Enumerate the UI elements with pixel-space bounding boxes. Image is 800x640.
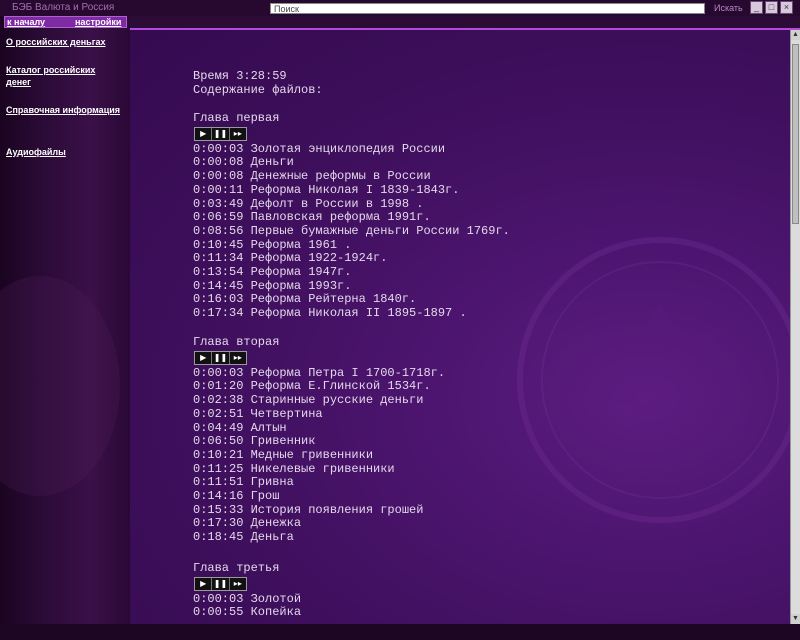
play-icon[interactable]: ▶ xyxy=(195,577,213,590)
scroll-thumb[interactable] xyxy=(792,44,799,224)
minimize-icon[interactable]: _ xyxy=(750,1,763,14)
track-item[interactable]: 0:17:34 Реформа Николая II 1895-1897 . xyxy=(193,306,510,321)
sidebar-item-reference[interactable]: Справочная информация xyxy=(6,104,130,116)
chapter-section: Глава третья ▶ ❚❚ ▸▸ 0:00:03 Золотой 0:0… xyxy=(193,561,301,620)
sidebar-item-catalog[interactable]: Каталог российских денег xyxy=(6,64,106,88)
next-icon[interactable]: ▸▸ xyxy=(230,352,246,364)
search-input[interactable] xyxy=(270,3,705,14)
next-icon[interactable]: ▸▸ xyxy=(230,578,246,590)
track-item[interactable]: 0:00:55 Копейка xyxy=(193,606,301,620)
sidebar-decoration xyxy=(0,276,120,496)
track-item[interactable]: 0:00:11 Реформа Николая I 1839-1843г. xyxy=(193,183,510,198)
maximize-icon[interactable]: □ xyxy=(765,1,778,14)
chapter-title: Глава первая xyxy=(193,111,280,125)
sidebar: к началу настройки О российских деньгах … xyxy=(0,16,130,640)
pause-icon[interactable]: ❚❚ xyxy=(212,127,230,140)
sidebar-item-audio[interactable]: Аудиофайлы xyxy=(6,146,126,158)
tab-settings[interactable]: настройки xyxy=(75,17,121,27)
track-item[interactable]: 0:10:21 Медные гривенники xyxy=(193,448,445,463)
chapter-title: Глава третья xyxy=(193,561,280,575)
audio-player: ▶ ❚❚ ▸▸ xyxy=(194,350,247,365)
track-item[interactable]: 0:14:45 Реформа 1993г. xyxy=(193,279,510,294)
pause-icon[interactable]: ❚❚ xyxy=(212,351,230,364)
track-item[interactable]: 0:11:25 Никелевые гривенники xyxy=(193,462,445,477)
pause-icon[interactable]: ❚❚ xyxy=(212,577,230,590)
next-icon[interactable]: ▸▸ xyxy=(230,128,246,140)
play-icon[interactable]: ▶ xyxy=(195,351,213,364)
contents-heading: Содержание файлов: xyxy=(193,83,323,97)
coin-emblem-icon xyxy=(517,237,790,523)
track-item[interactable]: 0:01:20 Реформа Е.Глинской 1534г. xyxy=(193,380,445,394)
track-item[interactable]: 0:03:49 Дефолт в России в 1998 . xyxy=(193,197,510,212)
scroll-down-icon[interactable]: ▼ xyxy=(791,614,800,624)
tab-home[interactable]: к началу xyxy=(7,17,45,27)
track-item[interactable]: 0:10:45 Реформа 1961 . xyxy=(193,238,510,253)
close-icon[interactable]: × xyxy=(780,1,793,14)
track-item[interactable]: 0:17:30 Денежка xyxy=(193,517,445,531)
audio-player: ▶ ❚❚ ▸▸ xyxy=(194,126,247,141)
search-button[interactable]: Искать xyxy=(712,2,745,14)
track-item[interactable]: 0:08:56 Первые бумажные деньги России 17… xyxy=(193,224,510,239)
track-item[interactable]: 0:04:49 Алтын xyxy=(193,421,445,436)
main-header-bar xyxy=(130,16,800,30)
track-item[interactable]: 0:00:03 Золотой xyxy=(193,592,301,607)
chapter-section: Глава вторая ▶ ❚❚ ▸▸ 0:00:03 Реформа Пет… xyxy=(193,335,445,545)
total-time: Время 3:28:59 xyxy=(193,69,287,83)
track-item[interactable]: 0:00:03 Золотая энциклопедия России xyxy=(193,142,510,157)
track-item[interactable]: 0:11:34 Реформа 1922-1924г. xyxy=(193,252,510,266)
track-item[interactable]: 0:15:33 История появления грошей xyxy=(193,503,445,518)
vertical-scrollbar[interactable]: ▲ ▼ xyxy=(790,30,800,624)
track-item[interactable]: 0:16:03 Реформа Рейтерна 1840г. xyxy=(193,293,510,307)
play-icon[interactable]: ▶ xyxy=(195,127,213,140)
track-item[interactable]: 0:13:54 Реформа 1947г. xyxy=(193,265,510,280)
track-item[interactable]: 0:02:51 Четвертина xyxy=(193,407,445,422)
track-item[interactable]: 0:06:59 Павловская реформа 1991г. xyxy=(193,211,510,225)
main-content: Время 3:28:59 Содержание файлов: Глава п… xyxy=(130,30,790,624)
chapter-section: Глава первая ▶ ❚❚ ▸▸ 0:00:03 Золотая энц… xyxy=(193,111,510,321)
track-item[interactable]: 0:14:16 Грош xyxy=(193,489,445,504)
track-item[interactable]: 0:02:38 Старинные русские деньги xyxy=(193,393,445,408)
track-item[interactable]: 0:18:45 Деньга xyxy=(193,530,445,545)
chapter-title: Глава вторая xyxy=(193,335,280,349)
track-item[interactable]: 0:11:51 Гривна xyxy=(193,476,445,490)
track-item[interactable]: 0:00:03 Реформа Петра I 1700-1718г. xyxy=(193,366,445,381)
app-title: БЭБ Валюта и Россия xyxy=(12,2,115,13)
sidebar-item-about-money[interactable]: О российских деньгах xyxy=(6,36,126,48)
scroll-up-icon[interactable]: ▲ xyxy=(791,30,800,40)
track-item[interactable]: 0:00:08 Деньги xyxy=(193,156,510,170)
title-bar: БЭБ Валюта и Россия Искать _ □ × xyxy=(0,0,800,17)
track-item[interactable]: 0:06:50 Гривенник xyxy=(193,435,445,449)
audio-player: ▶ ❚❚ ▸▸ xyxy=(194,576,247,591)
track-item[interactable]: 0:00:08 Денежные реформы в России xyxy=(193,169,510,184)
bottom-strip xyxy=(0,624,800,640)
sidebar-tabs: к началу настройки xyxy=(4,16,127,28)
